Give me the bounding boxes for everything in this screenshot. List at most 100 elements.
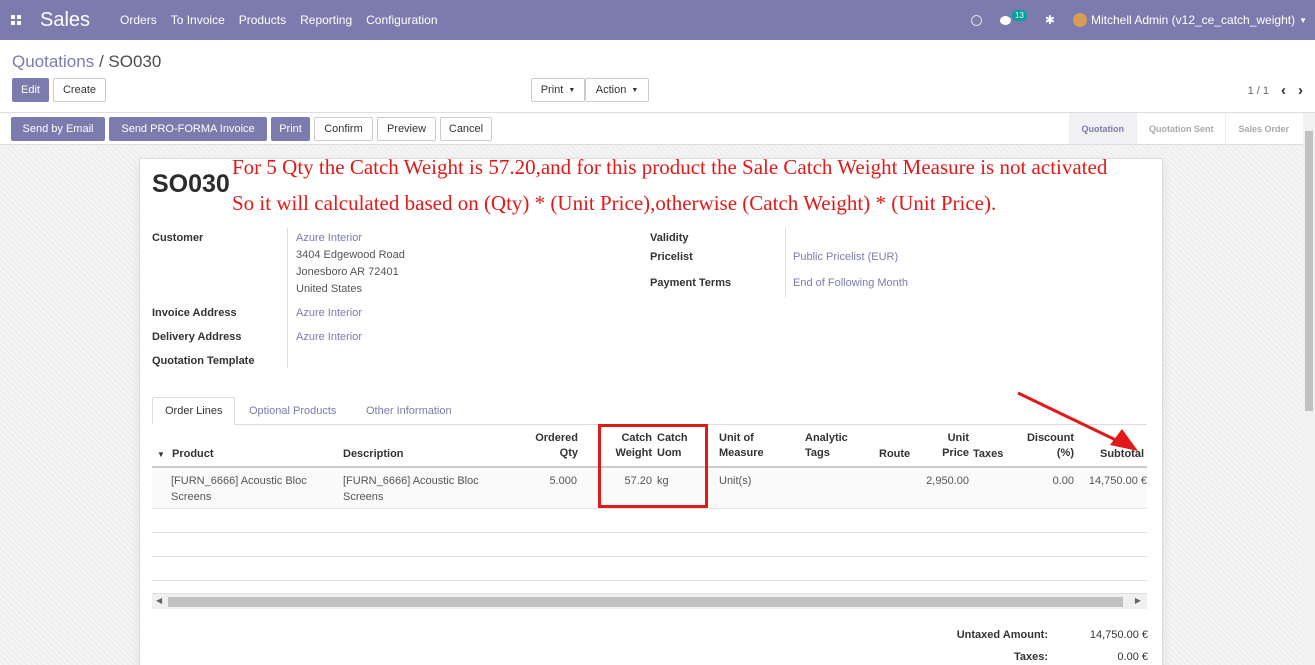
delivery-address-link[interactable]: Azure Interior [296,329,362,346]
pricelist-link[interactable]: Public Pricelist (EUR) [793,249,898,266]
stage-quotation-sent: Quotation Sent [1135,113,1226,144]
cell-product: [FURN_6666] Acoustic Bloc Screens [171,473,307,505]
customer-name-link[interactable]: Azure Interior [296,230,362,247]
column-uom-l2: Measure [719,447,764,459]
table-horizontal-scrollbar[interactable]: ◀ ▶ [152,593,1147,609]
control-panel: Quotations / SO030 Edit Create Print ▼ Ac… [0,40,1315,113]
column-unit-of-measure[interactable]: Unit of Measure [719,431,764,461]
payment-terms-link[interactable]: End of Following Month [793,275,908,292]
action-dropdown-label: Action [595,84,627,96]
cell-unit-of-measure: Unit(s) [719,475,752,487]
stage-sales-order: Sales Order [1225,113,1301,144]
scroll-right-icon[interactable]: ▶ [1135,596,1141,605]
column-description[interactable]: Description [343,447,404,462]
field-divider [287,228,288,368]
payment-terms-label: Payment Terms [650,277,732,289]
print-dropdown-label: Print [540,84,564,96]
create-button[interactable]: Create [53,78,106,102]
column-ordered-qty[interactable]: Ordered Qty [522,431,578,461]
cell-product-l2: Screens [171,491,212,503]
cell-description-l1: [FURN_6666] Acoustic Bloc [343,475,479,487]
menu-to-invoice[interactable]: To Invoice [171,13,225,27]
empty-row [152,557,1147,581]
tab-other-information[interactable]: Other Information [354,397,464,425]
apps-menu-icon[interactable] [0,0,32,40]
chat-count-badge: 13 [1012,9,1027,21]
debug-bug-icon[interactable]: ✱ [1045,13,1055,27]
customer-street: 3404 Edgewood Road [296,249,405,261]
confirm-button[interactable]: Confirm [314,117,373,141]
pager: 1 / 1 ‹ › [1248,82,1303,99]
avatar [1072,13,1087,27]
edit-button[interactable]: Edit [12,78,49,102]
column-unit-price[interactable]: Unit Price [922,431,969,461]
customer-label: Customer [152,232,204,244]
order-title: SO030 [152,170,230,198]
breadcrumb-quotations[interactable]: Quotations [12,52,94,71]
cell-description: [FURN_6666] Acoustic Bloc Screens [343,473,479,505]
breadcrumb-current: SO030 [108,52,162,71]
table-scrollbar-thumb[interactable] [168,597,1123,607]
print-button[interactable]: Print [271,117,310,141]
tab-order-lines[interactable]: Order Lines [152,397,236,425]
user-name: Mitchell Admin (v12_ce_catch_weight) [1090,13,1296,27]
pager-value[interactable]: 1 / 1 [1248,85,1269,97]
column-taxes[interactable]: Taxes [973,447,1003,462]
page-scrollbar-thumb[interactable] [1305,131,1313,411]
caret-down-icon: ▼ [631,86,639,94]
customer-city: Jonesboro AR 72401 [296,266,399,278]
menu-reporting[interactable]: Reporting [300,13,352,27]
messaging-button[interactable]: 13 [1000,9,1027,26]
chevron-right-icon[interactable]: › [1298,82,1303,99]
cell-discount: 0.00 [1052,475,1074,487]
menu-products[interactable]: Products [239,13,286,27]
page-scrollbar[interactable] [1303,113,1315,665]
annotation-line-2: So it will calculated based on (Qty) * (… [232,191,997,215]
column-uom-l1: Unit of [719,432,754,444]
send-by-email-button[interactable]: Send by Email [11,117,105,141]
user-menu[interactable]: Mitchell Admin (v12_ce_catch_weight) ▼ [1072,13,1307,27]
untaxed-amount-value: 14,750.00 € [1089,629,1148,641]
print-dropdown[interactable]: Print ▼ [531,78,585,102]
action-dropdown[interactable]: Action ▼ [585,78,649,102]
menu-configuration[interactable]: Configuration [366,13,437,27]
activity-clock-icon[interactable] [971,14,982,26]
breadcrumb: Quotations / SO030 [12,52,161,72]
field-divider [785,228,786,298]
sort-caret-icon[interactable]: ▼ [157,447,165,462]
delivery-address-label: Delivery Address [152,331,242,343]
tab-optional-products[interactable]: Optional Products [237,397,348,425]
invoice-address-link[interactable]: Azure Interior [296,305,362,322]
stage-pipeline: Quotation Quotation Sent Sales Order [1069,113,1301,144]
empty-row [152,509,1147,533]
cell-subtotal: 14,750.00 € [1088,475,1147,487]
cancel-button[interactable]: Cancel [440,117,492,141]
send-proforma-invoice-button[interactable]: Send PRO-FORMA Invoice [109,117,267,141]
column-product[interactable]: Product [172,447,214,462]
scroll-left-icon[interactable]: ◀ [156,596,162,605]
invoice-address-label: Invoice Address [152,307,237,319]
column-route[interactable]: Route [879,447,910,462]
column-unit-price-l2: Price [942,447,969,459]
top-navbar: Sales Orders To Invoice Products Reporti… [0,0,1315,40]
untaxed-amount-label: Untaxed Amount: [956,629,1048,641]
column-unit-price-l1: Unit [947,432,969,444]
statusbar: Send by Email Send PRO-FORMA Invoice Pri… [0,113,1315,145]
annotation-line-1: For 5 Qty the Catch Weight is 57.20,and … [232,155,1108,179]
cell-description-l2: Screens [343,491,384,503]
breadcrumb-separator: / [94,52,109,71]
cell-unit-price: 2,950.00 [926,475,969,487]
notebook-tabs: Order Lines Optional Products Other Info… [152,397,1147,425]
column-analytic-l1: Analytic [805,432,848,444]
column-analytic-tags[interactable]: Analytic Tags [805,431,848,461]
preview-button[interactable]: Preview [377,117,436,141]
taxes-value: 0.00 € [1117,651,1148,663]
annotation-arrow-icon [1017,391,1138,451]
app-title[interactable]: Sales [40,9,90,32]
empty-row [152,533,1147,557]
customer-country: United States [296,283,363,295]
chevron-left-icon[interactable]: ‹ [1281,82,1286,99]
stage-quotation: Quotation [1069,113,1136,144]
menu-orders[interactable]: Orders [120,13,157,27]
chat-bubble-icon [1000,15,1011,25]
